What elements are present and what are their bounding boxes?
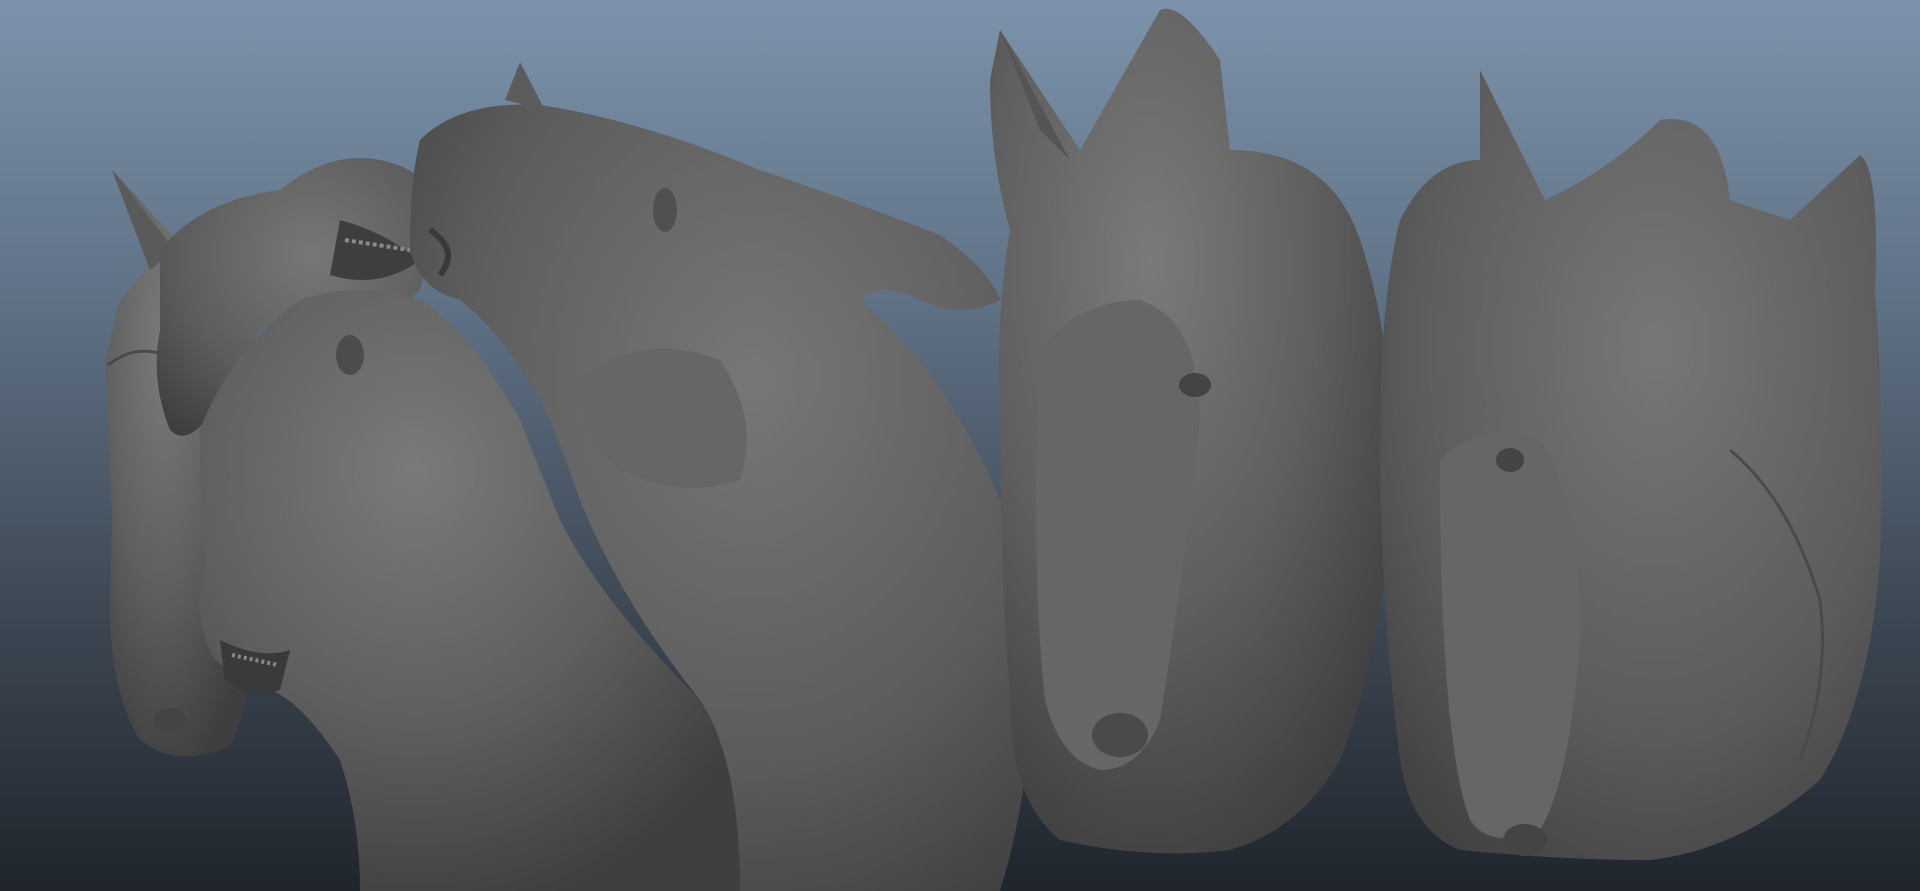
3d-viewport[interactable] — [0, 0, 1920, 891]
horse-head-5[interactable] — [990, 8, 1392, 854]
sculpt-scene[interactable] — [0, 0, 1920, 891]
horse-head-6[interactable] — [1380, 70, 1882, 860]
